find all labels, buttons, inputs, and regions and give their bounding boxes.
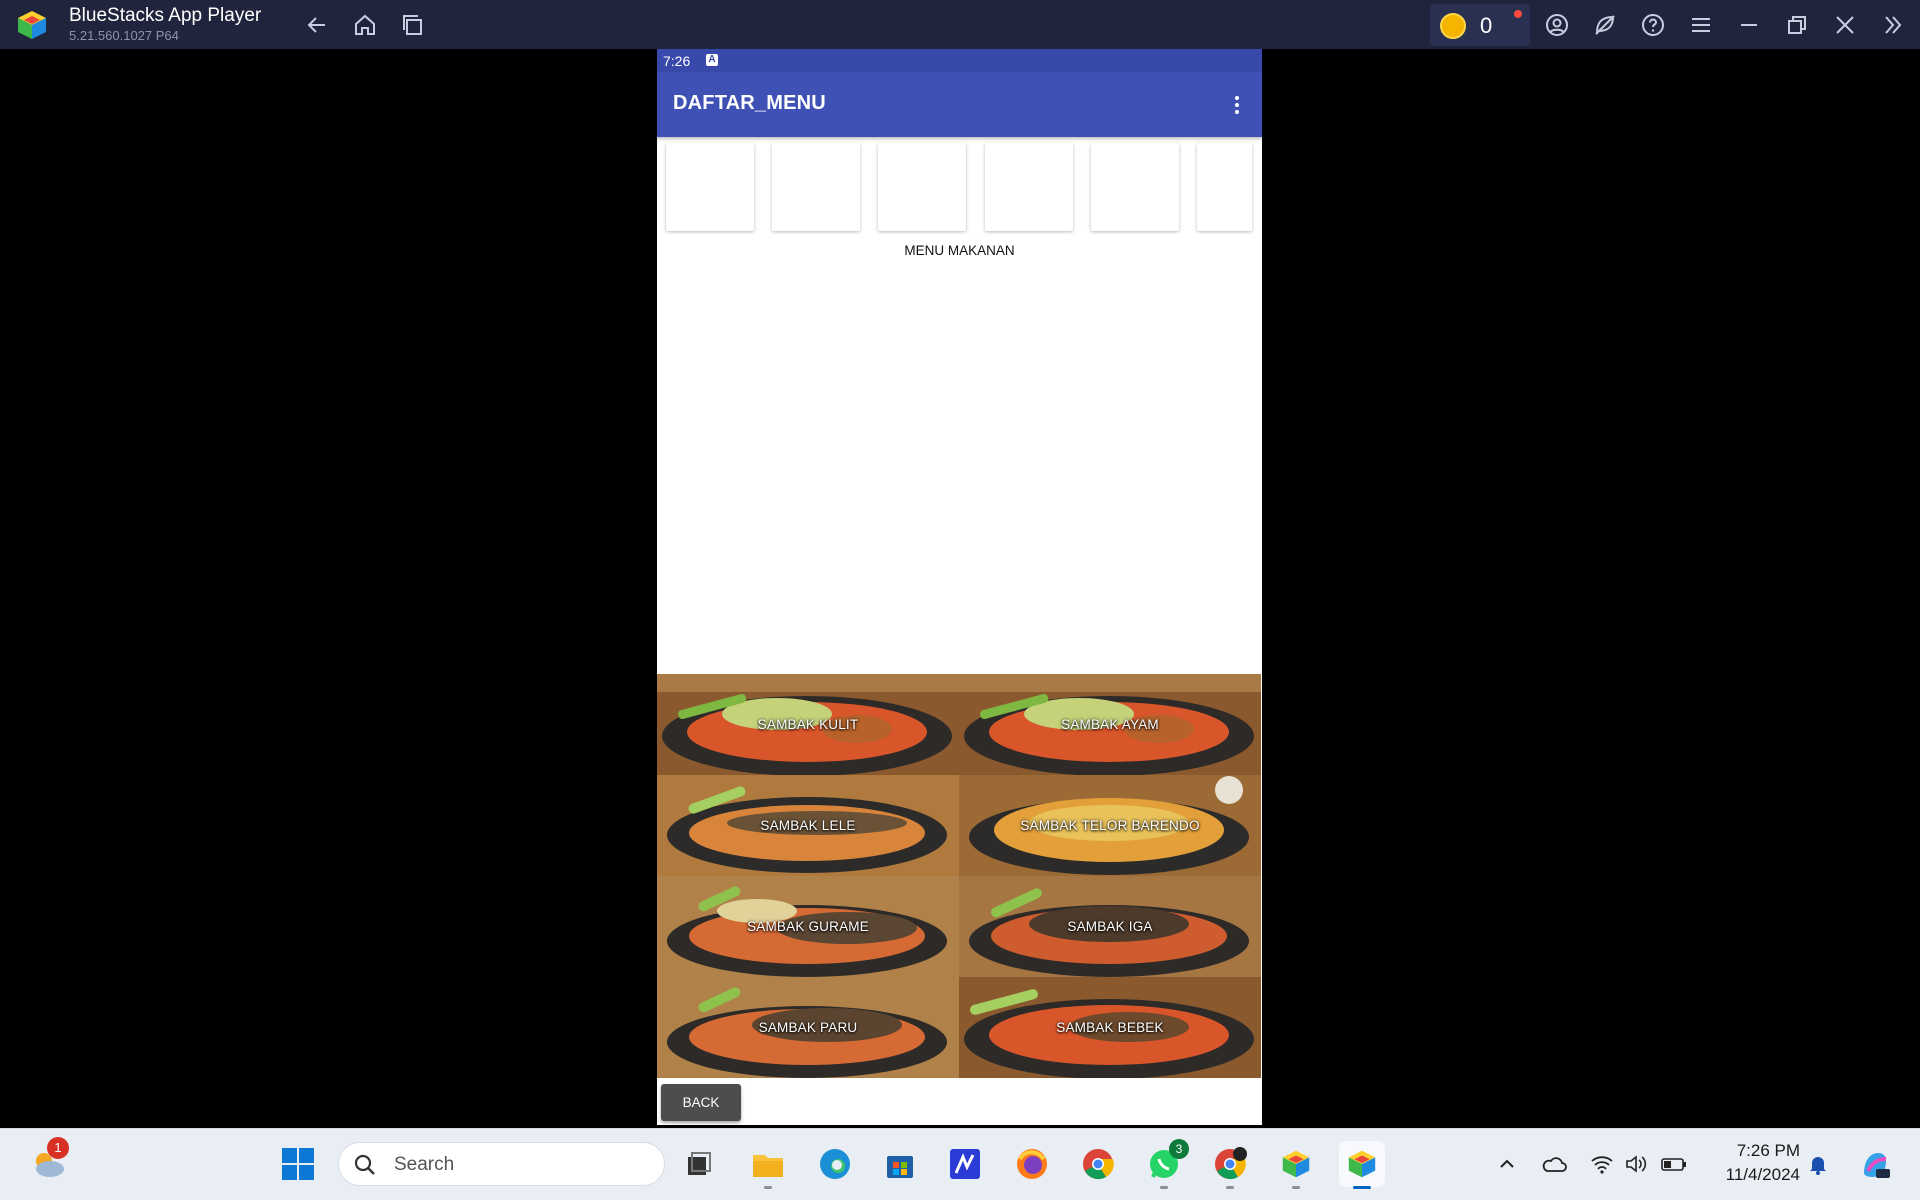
notification-a-icon: A	[706, 54, 718, 66]
file-explorer-icon[interactable]	[745, 1141, 791, 1189]
edge-browser-icon[interactable]	[812, 1141, 858, 1187]
menu-item-sambak-bebek[interactable]: SAMBAK BEBEK	[959, 977, 1261, 1078]
account-icon[interactable]	[1542, 10, 1572, 40]
menu-item-label: SAMBAK AYAM	[1061, 717, 1159, 732]
collapse-sidebar-icon[interactable]	[1878, 10, 1908, 40]
volume-icon[interactable]	[1623, 1151, 1649, 1177]
thumbnail-strip	[657, 143, 1262, 235]
taskbar-search-input[interactable]: Search	[338, 1142, 665, 1186]
android-status-bar: 7:26 A	[657, 49, 1262, 72]
menu-item-label: SAMBAK PARU	[758, 1020, 858, 1035]
recent-apps-icon[interactable]	[398, 10, 428, 40]
menu-item-label: SAMBAK TELOR BARENDO	[1020, 818, 1200, 833]
menu-icon[interactable]	[1686, 10, 1716, 40]
chrome-profile-icon[interactable]	[1207, 1141, 1253, 1189]
status-time: 7:26	[663, 53, 691, 69]
android-screen: 7:26 A DAFTAR_MENU MENU MAKANAN SAMBAK K…	[657, 49, 1262, 1125]
thumbnail-card[interactable]	[985, 143, 1073, 231]
whatsapp-icon[interactable]: 3	[1141, 1139, 1189, 1189]
menu-item-label: SAMBAK LELE	[760, 818, 856, 833]
restore-icon[interactable]	[1782, 10, 1812, 40]
coin-count: 0	[1480, 13, 1493, 38]
menu-item-sambak-gurame[interactable]: SAMBAK GURAME	[657, 876, 959, 977]
page-title: DAFTAR_MENU	[673, 92, 826, 114]
close-icon[interactable]	[1830, 10, 1860, 40]
chrome-icon[interactable]	[1075, 1141, 1121, 1187]
more-vert-icon[interactable]	[1232, 94, 1242, 116]
battery-icon[interactable]	[1661, 1151, 1687, 1177]
menu-item-sambak-lele[interactable]: SAMBAK LELE	[657, 775, 959, 876]
onedrive-icon[interactable]	[1541, 1151, 1567, 1177]
copilot-icon[interactable]	[1857, 1146, 1893, 1182]
system-clock[interactable]: 7:26 PM 11/4/2024	[1700, 1139, 1800, 1187]
microsoft-store-icon[interactable]	[877, 1141, 923, 1187]
bluestacks-multi-instance-icon[interactable]	[1273, 1141, 1319, 1189]
back-button[interactable]: BACK	[661, 1084, 741, 1121]
search-placeholder: Search	[394, 1154, 455, 1175]
coin-icon	[1440, 13, 1466, 39]
app-bar: DAFTAR_MENU	[657, 72, 1262, 137]
bluestacks-logo-icon	[18, 11, 46, 39]
search-icon	[354, 1154, 375, 1175]
thumbnail-card[interactable]	[878, 143, 966, 231]
home-icon[interactable]	[350, 10, 380, 40]
menu-item-sambak-kulit[interactable]: SAMBAK KULIT	[657, 674, 959, 775]
menu-item-sambak-ayam[interactable]: SAMBAK AYAM	[959, 674, 1261, 775]
menu-item-label: SAMBAK GURAME	[747, 919, 869, 934]
windows-taskbar: 1 Search 3 7:26 PM 11/4/2024	[0, 1128, 1920, 1200]
app-version: 5.21.560.1027 P64	[69, 28, 179, 43]
whatsapp-badge: 3	[1169, 1139, 1189, 1159]
back-arrow-icon[interactable]	[302, 10, 332, 40]
notification-dot	[1514, 10, 1522, 18]
firefox-icon[interactable]	[1009, 1141, 1055, 1187]
notification-bell-icon[interactable]	[1805, 1151, 1831, 1177]
thumbnail-card[interactable]	[1197, 143, 1252, 231]
thumbnail-card[interactable]	[772, 143, 860, 231]
bluestacks-taskbar-icon[interactable]	[1339, 1141, 1385, 1189]
weather-badge: 1	[47, 1137, 69, 1159]
thumbnail-card[interactable]	[666, 143, 754, 231]
menu-item-sambak-telor-barendo[interactable]: SAMBAK TELOR BARENDO	[959, 775, 1261, 876]
help-icon[interactable]	[1638, 10, 1668, 40]
menu-grid: SAMBAK KULIT SAMBAK AYAM SAMBAK LELE SAM…	[657, 674, 1262, 1078]
clock-time: 7:26 PM	[1736, 1141, 1800, 1160]
menu-item-sambak-iga[interactable]: SAMBAK IGA	[959, 876, 1261, 977]
section-title: MENU MAKANAN	[904, 243, 1015, 258]
eco-mode-icon[interactable]	[1590, 10, 1620, 40]
task-view-icon[interactable]	[676, 1141, 722, 1187]
menu-item-label: SAMBAK IGA	[1067, 919, 1153, 934]
minimize-icon[interactable]	[1734, 10, 1764, 40]
windows-start-icon[interactable]	[280, 1146, 316, 1182]
menu-item-label: SAMBAK BEBEK	[1056, 1020, 1164, 1035]
menu-item-label: SAMBAK KULIT	[757, 717, 859, 732]
wifi-icon[interactable]	[1589, 1151, 1615, 1177]
app-title: BlueStacks App Player	[69, 5, 262, 26]
thumbnail-card[interactable]	[1091, 143, 1179, 231]
vs-code-style-icon[interactable]	[942, 1141, 988, 1187]
show-hidden-icons-icon[interactable]	[1494, 1151, 1520, 1177]
coin-wallet[interactable]: 0	[1430, 4, 1530, 46]
bluestacks-titlebar: BlueStacks App Player 5.21.560.1027 P64 …	[0, 0, 1920, 49]
clock-date: 11/4/2024	[1725, 1165, 1800, 1184]
menu-item-sambak-paru[interactable]: SAMBAK PARU	[657, 977, 959, 1078]
